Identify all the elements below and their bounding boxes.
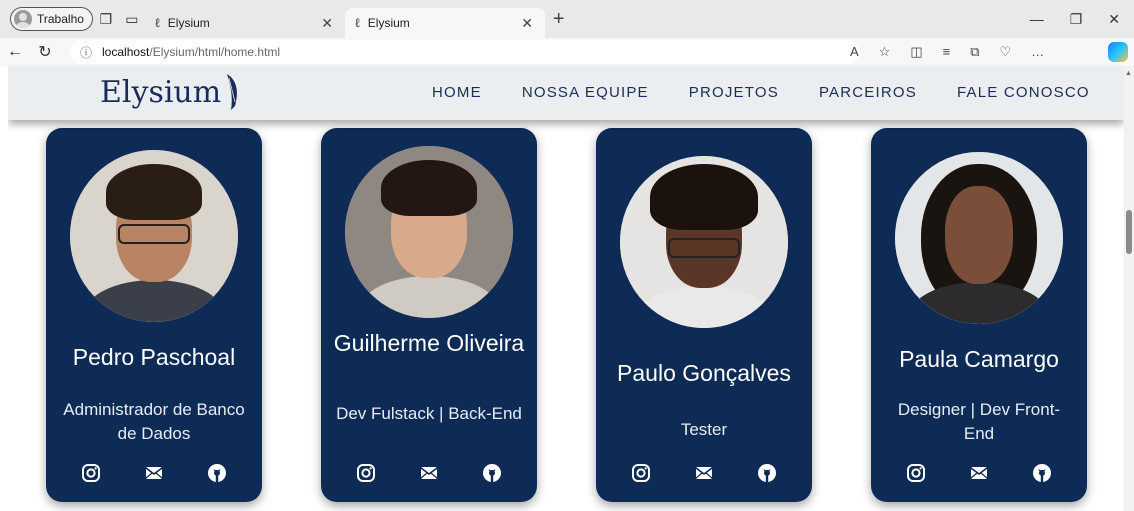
nav-parceiros[interactable]: PARCEIROS — [819, 84, 917, 101]
profile-label: Trabalho — [37, 12, 84, 26]
member-name: Guilherme Oliveira — [333, 330, 525, 356]
refresh-icon[interactable]: ↻ — [30, 42, 60, 62]
nav-projetos[interactable]: PROJETOS — [689, 84, 779, 101]
copilot-icon[interactable] — [1108, 42, 1128, 62]
mail-icon[interactable] — [418, 462, 440, 484]
instagram-icon[interactable] — [355, 462, 377, 484]
member-role: Designer | Dev Front-End — [897, 400, 1061, 443]
workspaces-icon[interactable]: ❐ — [93, 6, 119, 32]
feather-icon — [227, 74, 238, 110]
info-icon[interactable]: ⓘ — [80, 44, 92, 61]
url-path: /Elysium/html/home.html — [149, 45, 281, 59]
github-icon[interactable] — [481, 462, 503, 484]
close-tab-icon[interactable]: ✕ — [521, 15, 533, 32]
team-cards: Pedro Paschoal Administrador de Banco de… — [8, 66, 1124, 511]
member-photo — [70, 150, 238, 322]
back-arrow-icon[interactable]: ← — [0, 43, 30, 61]
member-photo — [895, 152, 1063, 324]
github-icon[interactable] — [1031, 462, 1053, 484]
profile-avatar-icon — [14, 10, 32, 28]
url-input[interactable]: ⓘ localhost/Elysium/html/home.html — [70, 40, 860, 64]
elysium-favicon-icon: ℓ — [354, 16, 360, 31]
team-card: Paulo Gonçalves Tester — [596, 128, 812, 502]
favorite-star-icon[interactable]: ☆ — [879, 44, 891, 60]
member-role: Dev Fulstack | Back-End — [336, 404, 522, 423]
instagram-icon[interactable] — [80, 462, 102, 484]
url-host: localhost — [102, 45, 150, 59]
browser-essentials-icon[interactable]: ♡ — [1000, 44, 1012, 60]
team-card: Paula Camargo Designer | Dev Front-End — [871, 128, 1087, 502]
member-role: Tester — [680, 420, 728, 439]
member-name: Pedro Paschoal — [72, 344, 236, 370]
site-logo[interactable]: Elysium — [100, 72, 241, 112]
page-scrollbar[interactable]: ▲ — [1124, 66, 1134, 511]
main-nav: HOME NOSSA EQUIPE PROJETOS PARCEIROS FAL… — [432, 84, 1090, 101]
browser-tab-1[interactable]: ℓ Elysium ✕ — [145, 8, 345, 38]
mail-icon[interactable] — [143, 462, 165, 484]
scrollbar-thumb[interactable] — [1126, 210, 1132, 254]
elysium-favicon-icon: ℓ — [154, 16, 160, 31]
profile-button[interactable]: Trabalho — [10, 7, 93, 31]
more-options-icon[interactable]: … — [1031, 44, 1044, 60]
mail-icon[interactable] — [968, 462, 990, 484]
split-screen-icon[interactable]: ◫ — [910, 44, 922, 60]
nav-nossa-equipe[interactable]: NOSSA EQUIPE — [522, 84, 649, 101]
site-header: Elysium HOME NOSSA EQUIPE PROJETOS PARCE… — [8, 66, 1124, 120]
browser-tab-2[interactable]: ℓ Elysium ✕ — [344, 8, 545, 38]
tab-actions-icon[interactable]: ▭ — [119, 6, 145, 32]
instagram-icon[interactable] — [905, 462, 927, 484]
team-card: Pedro Paschoal Administrador de Banco de… — [46, 128, 262, 502]
close-tab-icon[interactable]: ✕ — [321, 15, 333, 32]
member-photo — [620, 156, 788, 328]
github-icon[interactable] — [756, 462, 778, 484]
new-tab-icon[interactable]: + — [553, 8, 565, 31]
web-page: Elysium HOME NOSSA EQUIPE PROJETOS PARCE… — [8, 66, 1124, 511]
github-icon[interactable] — [206, 462, 228, 484]
browser-tab-title: Elysium — [167, 16, 210, 30]
close-window-icon[interactable]: ✕ — [1108, 11, 1120, 28]
scroll-up-icon[interactable]: ▲ — [1125, 70, 1132, 77]
favorites-list-icon[interactable]: ≡ — [943, 44, 951, 60]
nav-fale-conosco[interactable]: FALE CONOSCO — [957, 84, 1090, 101]
member-role: Administrador de Banco de Dados — [63, 400, 245, 443]
nav-home[interactable]: HOME — [432, 84, 482, 101]
address-bar: ← ↻ ⓘ localhost/Elysium/html/home.html A… — [0, 38, 1134, 66]
member-name: Paulo Gonçalves — [617, 360, 791, 386]
collections-icon[interactable]: ⧉ — [970, 44, 979, 60]
read-aloud-icon[interactable]: A — [850, 44, 859, 60]
member-name: Paula Camargo — [899, 346, 1059, 372]
restore-icon[interactable]: ❐ — [1070, 11, 1083, 28]
instagram-icon[interactable] — [630, 462, 652, 484]
logo-text: Elysium — [100, 74, 222, 110]
browser-tab-title: Elysium — [367, 16, 410, 30]
minimize-icon[interactable]: — — [1030, 11, 1044, 28]
member-photo — [345, 146, 513, 318]
team-card: Guilherme Oliveira Dev Fulstack | Back-E… — [321, 128, 537, 502]
browser-tab-bar: Trabalho ❐ ▭ ℓ Elysium ✕ ℓ Elysium ✕ + —… — [0, 0, 1134, 38]
mail-icon[interactable] — [693, 462, 715, 484]
